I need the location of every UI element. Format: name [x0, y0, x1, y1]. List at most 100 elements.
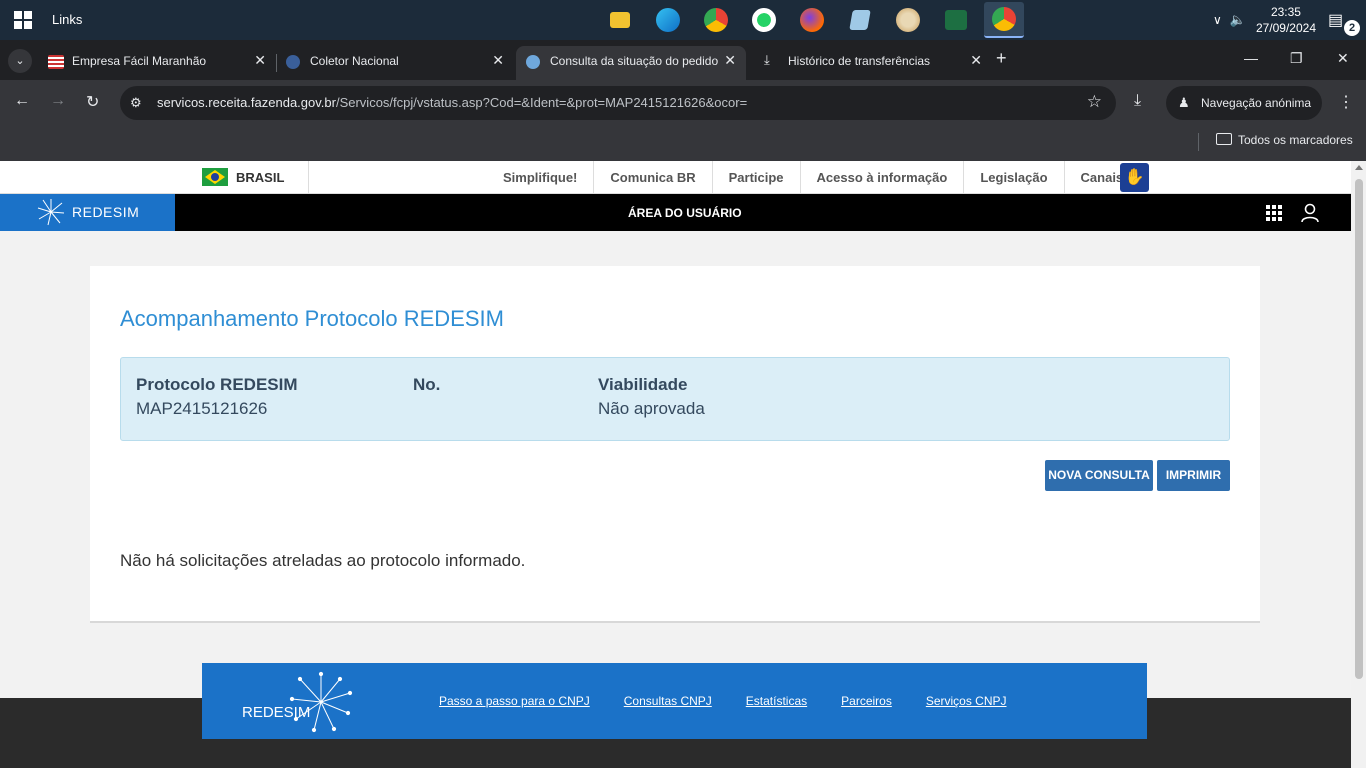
site-info-icon[interactable]: ⚙ [130, 95, 146, 111]
page-title: Acompanhamento Protocolo REDESIM [120, 306, 504, 331]
info-value: MAP2415121626 [136, 399, 268, 418]
info-value [413, 396, 440, 422]
gov-links: Simplifique! Comunica BR Participe Acess… [487, 161, 1139, 194]
downloads-icon[interactable]: ⤓ [1134, 92, 1141, 110]
brasil-link[interactable]: BRASIL [202, 168, 284, 186]
incognito-indicator[interactable]: ♟ Navegação anónima [1166, 86, 1322, 120]
reload-icon[interactable]: ↻ [86, 92, 99, 112]
page-viewport: BRASIL Simplifique! Comunica BR Particip… [0, 161, 1351, 768]
close-tab-icon[interactable]: ✕ [254, 52, 266, 69]
gov-link-participe[interactable]: Participe [713, 161, 801, 194]
restore-button[interactable]: ❐ [1290, 50, 1303, 67]
incognito-label: Navegação anónima [1201, 96, 1312, 110]
imprimir-button[interactable]: IMPRIMIR [1157, 460, 1230, 491]
bookmark-star-icon[interactable]: ☆ [1087, 92, 1102, 112]
info-label: Protocolo REDESIM [136, 375, 298, 394]
gov-link-comunica-br[interactable]: Comunica BR [594, 161, 713, 194]
back-arrow-icon[interactable]: ← [14, 92, 30, 110]
bookmarks-bar: Todos os marcadores [0, 126, 1366, 161]
tab-title: Empresa Fácil Maranhão [72, 54, 207, 68]
footer-link-consultas-cnpj[interactable]: Consultas CNPJ [624, 694, 712, 708]
paint-icon[interactable] [888, 2, 928, 38]
footer-link-parceiros[interactable]: Parceiros [841, 694, 892, 708]
close-tab-icon[interactable]: ✕ [492, 52, 504, 69]
no-requests-message: Não há solicitações atreladas ao protoco… [120, 551, 526, 570]
info-numero: No. [413, 374, 440, 422]
url-text[interactable]: servicos.receita.fazenda.gov.br/Servicos… [157, 95, 747, 110]
chevron-up-icon[interactable]: ∨ [1213, 13, 1222, 27]
user-icon[interactable] [1301, 203, 1319, 223]
tab-historico-transferencias[interactable]: ⤓ Histórico de transferências ✕ [754, 46, 992, 80]
nova-consulta-button[interactable]: NOVA CONSULTA [1045, 460, 1153, 491]
info-value: Não aprovada [598, 399, 705, 418]
user-area-title: ÁREA DO USUÁRIO [628, 206, 742, 220]
new-tab-button[interactable]: + [996, 48, 1007, 69]
edge-icon[interactable] [648, 2, 688, 38]
close-tab-icon[interactable]: ✕ [970, 52, 982, 69]
vlibras-accessibility-icon[interactable]: ✋ [1120, 163, 1149, 192]
footer-redesim-logo[interactable]: REDESIM [242, 671, 362, 733]
system-tray: ∨ 🔈 23:35 27/09/2024 ▤ 2 [1213, 0, 1366, 40]
minimize-button[interactable]: — [1244, 50, 1258, 66]
chrome-profile-icon[interactable] [696, 2, 736, 38]
tab-title: Consulta da situação do pedido [550, 54, 719, 68]
tab-coletor-nacional[interactable]: Coletor Nacional ✕ [276, 46, 514, 80]
taskbar-links-label[interactable]: Links [52, 12, 82, 27]
incognito-icon: ♟ [1178, 95, 1190, 110]
volume-icon[interactable]: 🔈 [1230, 12, 1246, 28]
excel-icon[interactable] [936, 2, 976, 38]
browser-toolbar: ← → ↻ ⚙ servicos.receita.fazenda.gov.br/… [0, 80, 1366, 126]
folder-icon [1216, 133, 1232, 145]
tab-title: Coletor Nacional [310, 54, 399, 68]
gov-link-acesso-informacao[interactable]: Acesso à informação [801, 161, 965, 194]
scrollbar-thumb[interactable] [1355, 179, 1363, 679]
brazil-flag-icon [202, 168, 228, 186]
page-scrollbar[interactable] [1351, 161, 1366, 768]
clock-time: 23:35 [1270, 5, 1301, 19]
close-window-button[interactable]: ✕ [1337, 50, 1349, 67]
gov-bar: BRASIL Simplifique! Comunica BR Particip… [0, 161, 1351, 194]
notes-icon[interactable] [840, 2, 880, 38]
gov-link-simplifique[interactable]: Simplifique! [487, 161, 595, 194]
info-protocolo: Protocolo REDESIM MAP2415121626 [136, 374, 298, 422]
browser-menu-icon[interactable]: ⋮ [1338, 92, 1354, 112]
chrome-active-icon[interactable] [984, 2, 1024, 38]
redesim-star-icon [37, 199, 65, 226]
notification-count: 2 [1344, 20, 1360, 36]
receita-favicon-icon [286, 55, 300, 69]
all-bookmarks-button[interactable]: Todos os marcadores [1216, 133, 1353, 147]
file-explorer-icon[interactable] [600, 2, 640, 38]
forward-arrow-icon[interactable]: → [50, 92, 66, 110]
tab-consulta-situacao[interactable]: Consulta da situação do pedido ✕ [516, 46, 746, 80]
tab-strip: ⌄ Empresa Fácil Maranhão ✕ Coletor Nacio… [0, 40, 1366, 80]
whatsapp-icon[interactable] [744, 2, 784, 38]
notification-center-icon[interactable]: ▤ 2 [1328, 10, 1360, 36]
firefox-icon[interactable] [792, 2, 832, 38]
footer-link-passo-a-passo[interactable]: Passo a passo para o CNPJ [439, 694, 590, 708]
site-header: REDESIM ÁREA DO USUÁRIO [0, 194, 1351, 231]
footer-links: Passo a passo para o CNPJ Consultas CNPJ… [439, 694, 1007, 708]
windows-start-icon[interactable] [14, 11, 32, 29]
brasil-label: BRASIL [236, 170, 285, 185]
receita-favicon-icon [526, 55, 540, 69]
info-viabilidade: Viabilidade Não aprovada [598, 374, 705, 422]
protocol-card: Acompanhamento Protocolo REDESIM Protoco… [90, 266, 1260, 623]
apps-grid-icon[interactable] [1266, 205, 1282, 221]
url-path: /Servicos/fcpj/vstatus.asp?Cod=&Ident=&p… [335, 95, 748, 110]
tab-empresa-facil[interactable]: Empresa Fácil Maranhão ✕ [38, 46, 277, 80]
taskbar-apps [600, 2, 1024, 38]
close-tab-icon[interactable]: ✕ [724, 52, 736, 69]
gov-link-legislacao[interactable]: Legislação [964, 161, 1065, 194]
footer-link-estatisticas[interactable]: Estatísticas [746, 694, 807, 708]
clock[interactable]: 23:35 27/09/2024 [1256, 4, 1316, 36]
scroll-up-icon[interactable] [1355, 165, 1363, 170]
tab-title: Histórico de transferências [788, 54, 931, 68]
tab-search-button[interactable]: ⌄ [8, 49, 32, 73]
clock-date: 27/09/2024 [1255, 21, 1316, 35]
address-bar[interactable]: ⚙ servicos.receita.fazenda.gov.br/Servic… [120, 86, 1116, 120]
footer-link-servicos-cnpj[interactable]: Serviços CNPJ [926, 694, 1007, 708]
protocol-info-box: Protocolo REDESIM MAP2415121626 No. Viab… [120, 357, 1230, 441]
url-host: servicos.receita.fazenda.gov.br [157, 95, 336, 110]
redesim-logo[interactable]: REDESIM [0, 194, 175, 231]
site-footer: REDESIM Passo a passo para o CNPJ Consul… [202, 663, 1147, 739]
